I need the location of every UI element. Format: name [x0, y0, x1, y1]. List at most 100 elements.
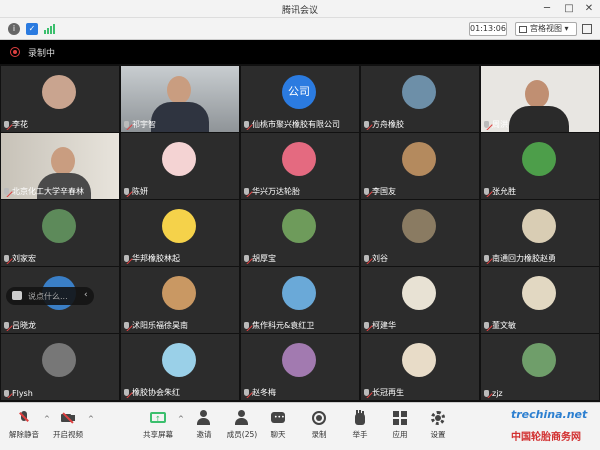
participant-tile[interactable]: 柯建华: [361, 267, 479, 333]
participant-tile[interactable]: zjz: [481, 334, 599, 400]
avatar: [402, 343, 436, 377]
invite-button[interactable]: 邀请: [184, 408, 224, 448]
close-icon[interactable]: ✕: [582, 2, 596, 16]
settings-button[interactable]: 设置: [418, 408, 458, 448]
participant-name: 仙桃市聚兴橡胶有限公司: [244, 119, 340, 130]
raise-hand-button[interactable]: 举手: [340, 408, 380, 448]
participant-tile[interactable]: 橡胶协会朱红: [121, 334, 239, 400]
avatar: [282, 276, 316, 310]
chat-input-bar[interactable]: 说点什么... ‹: [6, 287, 94, 305]
record-button[interactable]: 录制: [299, 408, 339, 448]
mic-muted-icon: [244, 188, 249, 195]
participant-tile[interactable]: 祁宇智: [121, 66, 239, 132]
avatar: [42, 209, 76, 243]
watermark-cn: 中国轮胎商务网: [511, 432, 581, 443]
mic-muted-icon: [124, 322, 129, 329]
participant-name: Flysh: [4, 389, 33, 398]
participant-name: 橡胶协会朱红: [124, 387, 180, 398]
participant-tile[interactable]: 刘家宏: [1, 200, 119, 266]
grid-view-button[interactable]: 宫格视图 ▾: [515, 22, 577, 36]
recording-icon: [10, 47, 20, 57]
chat-input[interactable]: 说点什么...: [28, 291, 68, 302]
maximize-icon[interactable]: □: [562, 2, 576, 16]
participant-tile[interactable]: 周洪: [481, 66, 599, 132]
mic-muted-icon: [244, 322, 249, 329]
mic-muted-icon: [244, 255, 249, 262]
avatar: [42, 75, 76, 109]
participant-tile[interactable]: 长冠再生: [361, 334, 479, 400]
participant-tile[interactable]: 北京化工大学辛春林: [1, 133, 119, 199]
participant-name: 李国友: [364, 186, 396, 197]
participant-tile[interactable]: 李国友: [361, 133, 479, 199]
avatar: [282, 209, 316, 243]
company-logo-text: 公司: [288, 85, 310, 98]
participant-tile[interactable]: 刘谷: [361, 200, 479, 266]
participant-name: 刘谷: [364, 253, 388, 264]
unmute-button[interactable]: 解除静音: [4, 408, 44, 448]
mic-muted-icon: [124, 121, 129, 128]
avatar: [402, 75, 436, 109]
camera-off-icon: [60, 410, 76, 426]
participant-tile[interactable]: 华邦橡胶林起: [121, 200, 239, 266]
participant-tile[interactable]: 沭阳乐福徐昊南: [121, 267, 239, 333]
avatar: [522, 343, 556, 377]
participant-tile[interactable]: 张允胜: [481, 133, 599, 199]
mic-muted-icon: [124, 188, 129, 195]
participant-tile[interactable]: 陈妍: [121, 133, 239, 199]
avatar: [162, 142, 196, 176]
apps-button[interactable]: 应用: [380, 408, 420, 448]
signal-icon[interactable]: [44, 24, 56, 34]
recording-banner: 录制中: [0, 40, 600, 64]
mic-muted-icon: [484, 390, 489, 397]
participant-tile[interactable]: Flysh: [1, 334, 119, 400]
mic-muted-icon: [364, 121, 369, 128]
mic-muted-icon: [484, 121, 489, 128]
window-title: 腾讯会议: [281, 6, 318, 16]
mic-muted-icon: [124, 255, 129, 262]
participant-tile[interactable]: 公司仙桃市聚兴橡胶有限公司: [241, 66, 359, 132]
grid-icon: [519, 26, 527, 33]
minimize-icon[interactable]: ─: [540, 2, 554, 16]
participant-tile[interactable]: 胡厚宝: [241, 200, 359, 266]
avatar: [162, 276, 196, 310]
grid-view-label: 宫格视图: [530, 24, 562, 33]
participant-name: 焦作科元&袁红卫: [244, 320, 314, 331]
participant-tile[interactable]: 赵冬梅: [241, 334, 359, 400]
hand-icon: [352, 410, 368, 426]
chat-icon: •••: [270, 410, 286, 426]
members-button[interactable]: 成员(25): [222, 408, 262, 448]
participant-name: 方舟橡胶: [364, 119, 404, 130]
participant-tile[interactable]: 董文敏: [481, 267, 599, 333]
participant-name: 胡厚宝: [244, 253, 276, 264]
participant-name: 华邦橡胶林起: [124, 253, 180, 264]
mic-muted-icon: [244, 389, 249, 396]
avatar: [402, 209, 436, 243]
mic-muted-icon: [364, 389, 369, 396]
participant-tile[interactable]: 华兴万达轮胎: [241, 133, 359, 199]
start-video-button[interactable]: 开启视频: [48, 408, 88, 448]
recording-label: 录制中: [28, 49, 56, 59]
avatar: [162, 209, 196, 243]
mic-muted-icon: [364, 188, 369, 195]
emoji-icon[interactable]: [12, 291, 22, 300]
collapse-icon[interactable]: ‹: [84, 290, 88, 300]
shield-icon[interactable]: ✓: [26, 23, 38, 35]
participant-tile[interactable]: 南通回力橡胶赵勇: [481, 200, 599, 266]
participant-name: 张允胜: [484, 186, 516, 197]
avatar: [282, 142, 316, 176]
participant-tile[interactable]: 李花: [1, 66, 119, 132]
participant-tile[interactable]: 焦作科元&袁红卫: [241, 267, 359, 333]
participant-grid: 李花 祁宇智 公司 仙桃市聚兴橡胶有限公司 方舟橡胶 周洪 北京化工大学辛春林 陈妍 华兴万达轮…: [0, 64, 600, 402]
video-options-icon[interactable]: ^: [88, 415, 94, 423]
watermark: trechina.net 中国轮胎商务网: [497, 402, 600, 450]
share-screen-button[interactable]: ↑ 共享屏幕: [138, 408, 178, 448]
participant-name: 赵冬梅: [244, 387, 276, 398]
mic-muted-icon: [4, 322, 9, 329]
chat-button[interactable]: ••• 聊天: [258, 408, 298, 448]
avatar: [522, 142, 556, 176]
info-icon[interactable]: i: [8, 23, 20, 35]
participant-tile[interactable]: 方舟橡胶: [361, 66, 479, 132]
mic-muted-icon: [124, 389, 129, 396]
share-options-icon[interactable]: ^: [178, 415, 184, 423]
fullscreen-icon[interactable]: [582, 24, 592, 34]
